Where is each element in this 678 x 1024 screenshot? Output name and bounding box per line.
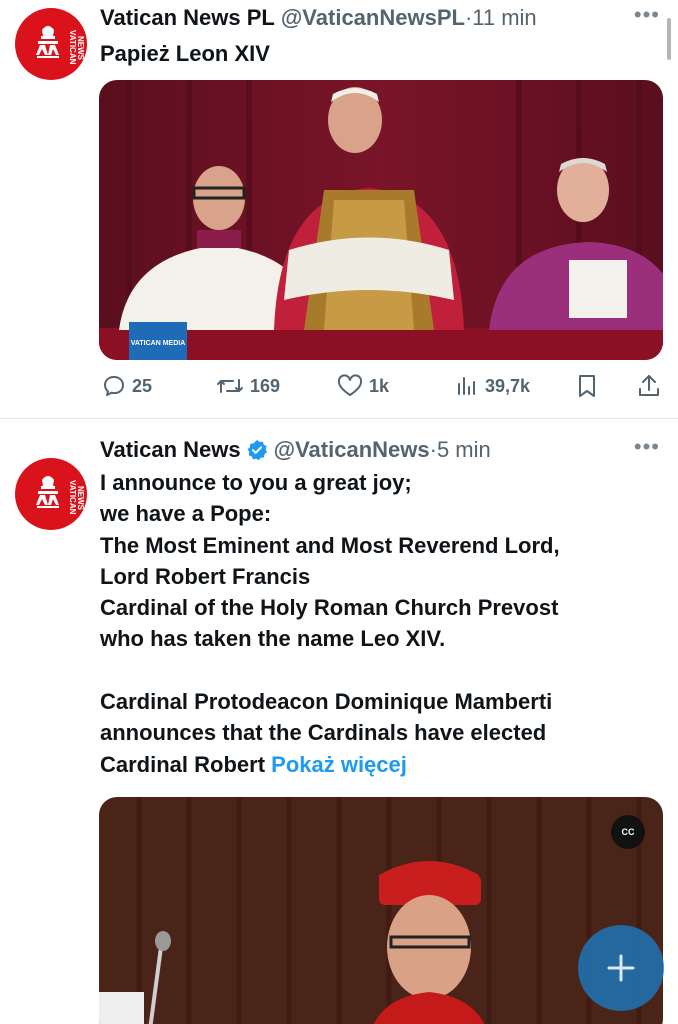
tweet-header: Vatican News PL @VaticanNewsPL·11 min bbox=[100, 4, 537, 32]
plus-icon bbox=[607, 954, 635, 982]
tweet-body: I announce to you a great joy; we have a… bbox=[100, 470, 560, 777]
bookmark-button[interactable] bbox=[576, 370, 598, 402]
reply-count: 25 bbox=[132, 375, 153, 396]
tweet-text: Papież Leon XIV bbox=[100, 41, 270, 66]
vatican-logo-icon: VATICAN NEWS bbox=[36, 476, 85, 515]
tweet-photo[interactable]: VATICAN MEDIA bbox=[99, 80, 663, 360]
vatican-logo-icon: VATICAN NEWS bbox=[36, 26, 85, 65]
retweet-button[interactable]: 169 bbox=[216, 370, 280, 402]
svg-text:VATICAN: VATICAN bbox=[68, 480, 77, 515]
svg-text:NEWS: NEWS bbox=[76, 486, 85, 511]
avatar[interactable]: VATICAN NEWS bbox=[15, 458, 87, 530]
views-button[interactable]: 39,7k bbox=[455, 370, 530, 402]
verified-badge-icon bbox=[247, 440, 267, 461]
tweet-text: I announce to you a great joy; we have a… bbox=[100, 467, 660, 780]
compose-fab-button[interactable] bbox=[578, 925, 664, 1011]
svg-text:VATICAN: VATICAN bbox=[68, 30, 77, 65]
avatar[interactable]: VATICAN NEWS bbox=[15, 8, 87, 80]
heart-icon bbox=[337, 374, 363, 396]
tweet-header: Vatican News @VaticanNews·5 min bbox=[100, 436, 491, 464]
bookmark-icon bbox=[579, 375, 595, 397]
tweet[interactable]: VATICAN NEWS Vatican News @VaticanNews·5 … bbox=[0, 420, 678, 1024]
retweet-count: 169 bbox=[250, 375, 281, 396]
reply-button[interactable]: 25 bbox=[102, 370, 152, 402]
like-button[interactable]: 1k bbox=[337, 370, 389, 402]
retweet-icon bbox=[217, 379, 243, 393]
separator-dot: · bbox=[429, 437, 437, 462]
media-badge-text: VATICAN MEDIA bbox=[131, 340, 186, 347]
svg-text:NEWS: NEWS bbox=[76, 36, 85, 61]
display-name[interactable]: Vatican News bbox=[100, 437, 241, 462]
more-horizontal-icon[interactable]: ••• bbox=[634, 2, 660, 28]
tweet-video[interactable]: CC bbox=[99, 797, 663, 1024]
handle[interactable]: @VaticanNewsPL bbox=[281, 5, 465, 30]
display-name[interactable]: Vatican News PL bbox=[100, 5, 275, 30]
tweet-divider bbox=[0, 418, 678, 419]
tweet[interactable]: VATICAN NEWS Vatican News PL @VaticanNews… bbox=[0, 0, 678, 420]
closed-captions-button[interactable]: CC bbox=[611, 815, 645, 849]
view-count: 39,7k bbox=[485, 375, 531, 396]
timestamp[interactable]: 5 min bbox=[437, 437, 491, 462]
reply-icon bbox=[104, 376, 124, 396]
action-bar: 25 169 1k 39,7k bbox=[100, 370, 665, 402]
more-horizontal-icon[interactable]: ••• bbox=[634, 434, 660, 460]
handle[interactable]: @VaticanNews bbox=[274, 437, 430, 462]
timestamp[interactable]: 11 min bbox=[472, 5, 536, 30]
show-more-link[interactable]: Pokaż więcej bbox=[271, 752, 407, 777]
video-thumbnail bbox=[99, 797, 663, 1024]
share-button[interactable] bbox=[637, 370, 661, 402]
views-chart-icon bbox=[458, 377, 475, 395]
balcony-photo: VATICAN MEDIA bbox=[99, 80, 663, 360]
like-count: 1k bbox=[369, 375, 390, 396]
share-icon bbox=[639, 375, 659, 396]
